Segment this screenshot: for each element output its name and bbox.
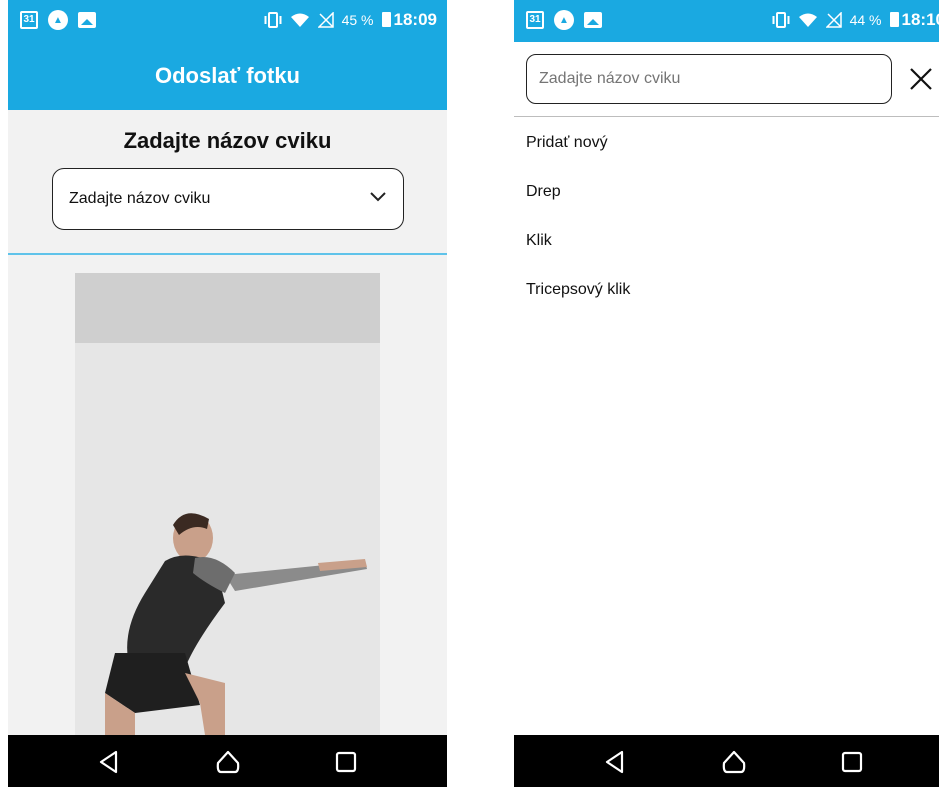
battery-icon bbox=[889, 12, 899, 27]
wifi-icon bbox=[798, 13, 817, 27]
list-item[interactable]: Klik bbox=[514, 216, 939, 265]
calendar-icon: 31 bbox=[20, 11, 38, 29]
clock: 18:10 bbox=[889, 10, 939, 30]
close-icon[interactable] bbox=[906, 64, 936, 94]
wifi-icon bbox=[290, 13, 309, 27]
upload-photo-screen: 31 ▲ 45 % 18:09 Odoslať fotku Zadajte ná… bbox=[8, 0, 447, 787]
vibrate-icon bbox=[264, 12, 282, 28]
page-heading: Zadajte názov cviku bbox=[123, 128, 332, 153]
recents-icon[interactable] bbox=[333, 749, 359, 775]
battery-percent: 45 % bbox=[341, 12, 374, 28]
list-item[interactable]: Drep bbox=[514, 167, 939, 216]
status-bar: 31 ▲ 44 % 18:10 bbox=[514, 0, 939, 42]
signal-icon bbox=[825, 12, 842, 28]
exercise-select[interactable]: Zadajte názov cviku bbox=[52, 168, 404, 230]
system-nav-bar bbox=[8, 735, 447, 787]
status-bar: 31 ▲ 45 % 18:09 bbox=[8, 0, 447, 42]
results-list: Pridať nový Drep Klik Tricepsový klik bbox=[514, 118, 939, 314]
app-bar-title: Odoslať fotku bbox=[8, 42, 447, 110]
app-notification-icon: ▲ bbox=[48, 10, 68, 30]
clock: 18:09 bbox=[381, 10, 437, 30]
search-exercise-screen: 31 ▲ 44 % 18:10 Pridať nový Drep Klik Tr… bbox=[514, 0, 939, 787]
search-bar bbox=[514, 42, 939, 117]
vibrate-icon bbox=[772, 12, 790, 28]
chevron-down-icon bbox=[370, 192, 386, 202]
back-icon[interactable] bbox=[602, 749, 628, 775]
search-input[interactable] bbox=[526, 54, 892, 104]
signal-icon bbox=[317, 12, 334, 28]
back-icon[interactable] bbox=[96, 749, 122, 775]
list-item[interactable]: Tricepsový klik bbox=[514, 265, 939, 314]
calendar-icon: 31 bbox=[526, 11, 544, 29]
battery-icon bbox=[381, 12, 391, 27]
system-nav-bar bbox=[514, 735, 939, 787]
divider bbox=[8, 253, 447, 255]
image-notification-icon bbox=[584, 12, 602, 28]
home-icon[interactable] bbox=[215, 749, 241, 775]
image-notification-icon bbox=[78, 12, 96, 28]
home-icon[interactable] bbox=[721, 749, 747, 775]
app-notification-icon: ▲ bbox=[554, 10, 574, 30]
recents-icon[interactable] bbox=[839, 749, 865, 775]
battery-percent: 44 % bbox=[849, 12, 882, 28]
exercise-select-value: Zadajte názov cviku bbox=[69, 190, 211, 207]
exercise-photo bbox=[75, 273, 380, 735]
list-item-add-new[interactable]: Pridať nový bbox=[514, 118, 939, 167]
